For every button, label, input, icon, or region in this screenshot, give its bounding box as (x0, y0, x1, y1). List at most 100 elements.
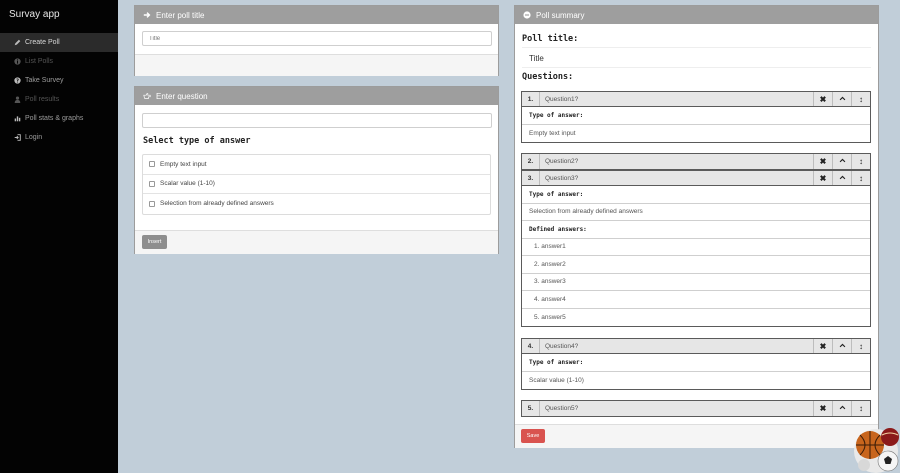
poll-summary-footer (515, 424, 878, 448)
chevron-up-icon (839, 157, 846, 166)
move-question-handle[interactable]: ↕ (851, 339, 870, 353)
answer-type-option[interactable]: Empty text input (143, 155, 490, 175)
sidebar-item-create-poll[interactable]: Create Poll (0, 33, 118, 52)
question-number: 3. (522, 171, 540, 185)
poll-title-value: Title (529, 54, 544, 63)
pencil-icon (12, 38, 22, 48)
question-block: 2. Question2? ✖ ↕ (521, 153, 871, 170)
question-block: 5. Question5? ✖ ↕ (521, 400, 871, 417)
minus-circle-icon (522, 10, 532, 20)
question-panel-header: Enter question (135, 87, 498, 105)
defined-answers-label: Defined answers: (522, 221, 870, 239)
question-header: 1. Question1? ✖ ↕ (522, 92, 870, 107)
question-header: 5. Question5? ✖ ↕ (522, 401, 870, 416)
chevron-up-icon (839, 174, 846, 183)
close-icon: ✖ (819, 157, 827, 166)
question-header: 3. Question3? ✖ ↕ (522, 171, 870, 186)
collapse-question-button[interactable] (832, 401, 851, 416)
move-question-handle[interactable]: ↕ (851, 171, 870, 185)
remove-question-button[interactable]: ✖ (813, 154, 832, 169)
checkbox[interactable] (149, 161, 155, 168)
sidebar: Survay app Create Poll List Polls ? Take… (0, 0, 118, 473)
defined-answer: 1. answer1 (522, 239, 870, 256)
sidebar-item-label: Take Survey (25, 77, 64, 84)
save-button[interactable]: Save (521, 429, 545, 443)
answer-type-option[interactable]: Scalar value (1-10) (143, 175, 490, 194)
answer-type-label: Type of answer: (522, 354, 870, 372)
chevron-up-icon (839, 342, 846, 351)
question-title: Question4? (545, 342, 579, 350)
sidebar-item-label: Poll results (25, 96, 60, 103)
svg-text:?: ? (16, 78, 19, 84)
answer-type-value: Empty text input (529, 129, 576, 137)
poll-title-panel-header: Enter poll title (135, 6, 498, 24)
collapse-question-button[interactable] (832, 339, 851, 353)
panel-title: Enter poll title (156, 10, 205, 20)
answer-type-value: Scalar value (1-10) (529, 376, 584, 384)
poll-title-divider (522, 47, 871, 48)
sidebar-item-list-polls[interactable]: List Polls (0, 52, 118, 71)
question-number: 4. (522, 339, 540, 353)
move-question-handle[interactable]: ↕ (851, 401, 870, 416)
answer-type-label: Type of answer: (522, 107, 870, 125)
panel-title: Enter question (156, 91, 208, 101)
info-circle-icon (12, 57, 22, 67)
checkbox[interactable] (149, 180, 155, 187)
question-block: 3. Question3? ✖ ↕ Type of answer: Select… (521, 170, 871, 327)
poll-summary-panel-header: Poll summary (515, 6, 878, 24)
resize-vertical-icon: ↕ (859, 157, 863, 166)
remove-question-button[interactable]: ✖ (813, 171, 832, 185)
login-icon (12, 133, 22, 143)
poll-title-panel: Enter poll title (134, 5, 499, 76)
sports-balls-icon (854, 428, 899, 473)
collapse-question-button[interactable] (832, 92, 851, 106)
move-question-handle[interactable]: ↕ (851, 154, 870, 169)
bar-chart-icon (12, 114, 22, 124)
question-title: Question5? (545, 405, 579, 412)
sidebar-item-label: Poll stats & graphs (25, 115, 84, 122)
app-title[interactable]: Survay app (0, 0, 118, 33)
sidebar-item-take-survey[interactable]: ? Take Survey (0, 71, 118, 90)
answer-type-list: Empty text input Scalar value (1-10) Sel… (142, 154, 491, 215)
insert-button[interactable]: Insert (142, 235, 167, 249)
chevron-up-icon (839, 404, 846, 413)
resize-vertical-icon: ↕ (859, 94, 863, 104)
close-icon: ✖ (819, 341, 827, 351)
poll-summary-panel: Poll summary Poll title: Title Questions… (514, 5, 879, 448)
question-title: Question2? (545, 158, 579, 165)
sidebar-item-poll-results[interactable]: Poll results (0, 90, 118, 109)
checkbox[interactable] (149, 200, 155, 207)
question-input[interactable] (142, 113, 492, 128)
poll-title-input[interactable] (142, 31, 492, 46)
collapse-question-button[interactable] (832, 171, 851, 185)
defined-answer: 2. answer2 (522, 256, 870, 274)
question-block: 4. Question4? ✖ ↕ Type of answer: Scalar… (521, 338, 871, 390)
sidebar-item-poll-stats[interactable]: Poll stats & graphs (0, 109, 118, 128)
remove-question-button[interactable]: ✖ (813, 92, 832, 106)
remove-question-button[interactable]: ✖ (813, 339, 832, 353)
move-question-handle[interactable]: ↕ (851, 92, 870, 106)
defined-answer: 4. answer4 (522, 291, 870, 309)
poll-summary-body: Poll title: Title Questions: 1. Question… (515, 24, 878, 447)
remove-question-button[interactable]: ✖ (813, 401, 832, 416)
poll-title-divider (522, 67, 871, 68)
answer-type-option[interactable]: Selection from already defined answers (143, 194, 490, 214)
defined-answer: 5. answer5 (534, 313, 566, 321)
questions-label: Questions: (522, 72, 574, 82)
question-number: 2. (522, 154, 540, 169)
answer-type-heading: Select type of answer (143, 136, 251, 146)
question-header: 4. Question4? ✖ ↕ (522, 339, 870, 354)
chevron-up-icon (839, 95, 846, 104)
question-block: 1. Question1? ✖ ↕ Type of answer: Empty … (521, 91, 871, 143)
sidebar-item-label: List Polls (25, 58, 54, 65)
resize-vertical-icon: ↕ (859, 341, 863, 351)
question-title: Question1? (545, 95, 579, 103)
resize-vertical-icon: ↕ (859, 173, 863, 183)
hand-right-icon (142, 91, 152, 101)
sidebar-item-login[interactable]: Login (0, 128, 118, 147)
collapse-question-button[interactable] (832, 154, 851, 169)
answer-type-value: Selection from already defined answers (522, 204, 870, 221)
sidebar-item-label: Create Poll (25, 39, 60, 46)
defined-answer: 3. answer3 (522, 274, 870, 291)
question-header: 2. Question2? ✖ ↕ (522, 154, 870, 169)
